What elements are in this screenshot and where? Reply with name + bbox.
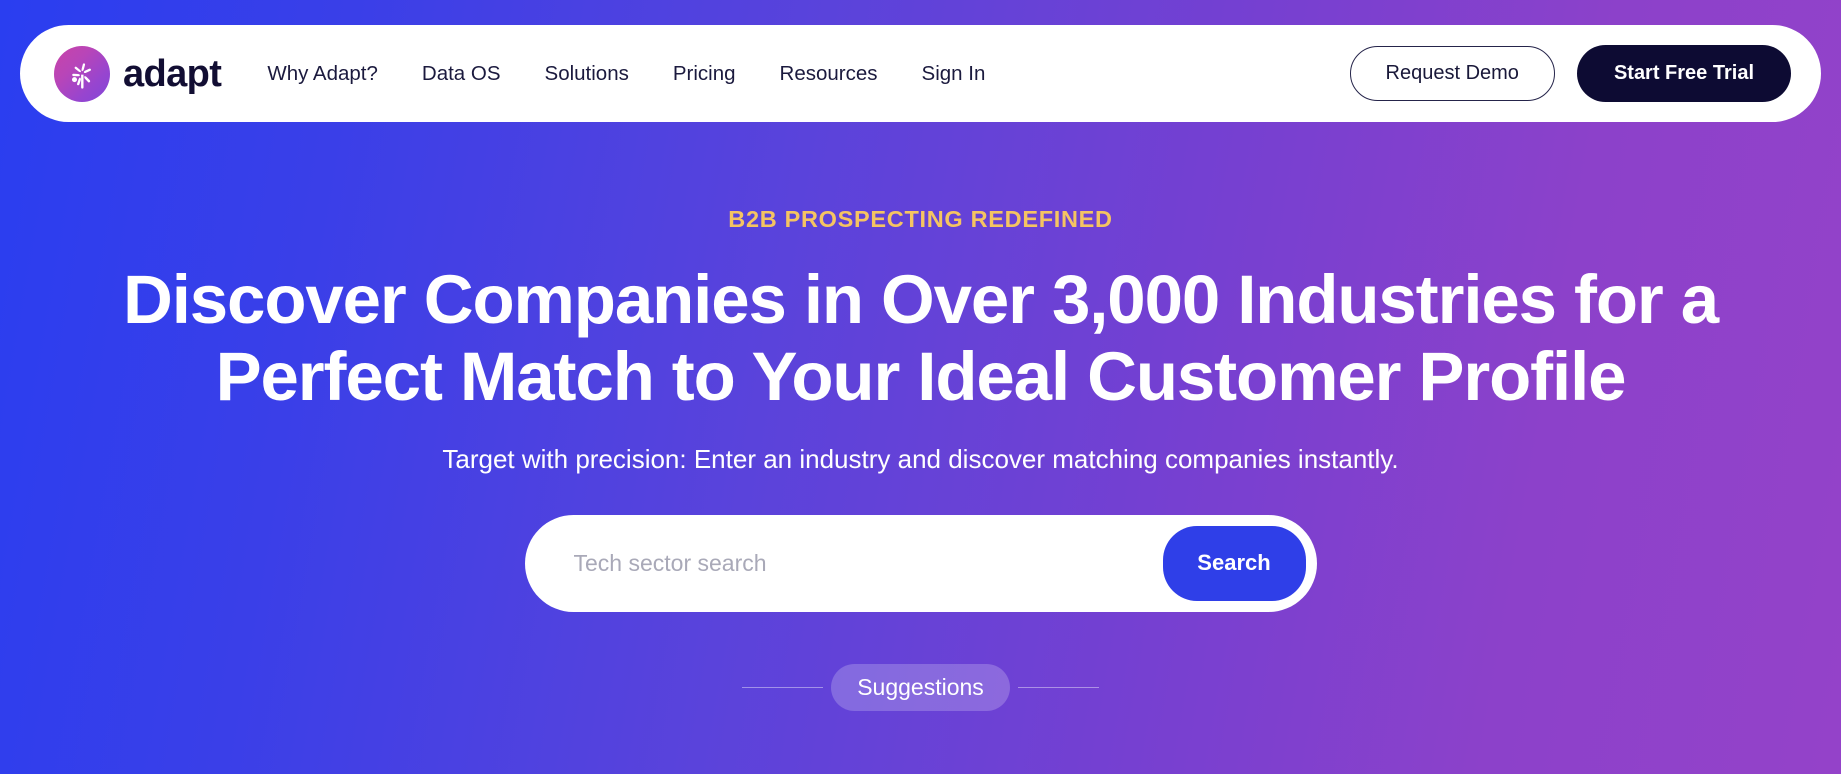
nav-item-why-adapt[interactable]: Why Adapt?: [267, 62, 378, 86]
header-nav-bar: adapt Why Adapt? Data OS Solutions Prici…: [20, 25, 1821, 122]
hero-eyebrow: B2B PROSPECTING REDEFINED: [728, 206, 1113, 232]
industry-search-bar: Search: [524, 514, 1317, 612]
suggestions-divider: Suggestions: [0, 663, 1841, 711]
site-header: adapt Why Adapt? Data OS Solutions Prici…: [20, 25, 1821, 122]
brand-logo[interactable]: adapt: [54, 45, 222, 102]
hero-section: B2B PROSPECTING REDEFINED Discover Compa…: [0, 122, 1841, 774]
main-navigation: Why Adapt? Data OS Solutions Pricing Res…: [267, 62, 985, 86]
page-title: Discover Companies in Over 3,000 Industr…: [122, 261, 1719, 416]
tree-logo-icon: [54, 45, 110, 102]
nav-item-data-os[interactable]: Data OS: [422, 62, 501, 86]
search-button[interactable]: Search: [1162, 525, 1306, 601]
suggestions-toggle[interactable]: Suggestions: [831, 663, 1010, 711]
nav-item-sign-in[interactable]: Sign In: [922, 62, 986, 86]
divider-line-left: [742, 686, 824, 688]
nav-item-resources[interactable]: Resources: [780, 62, 878, 86]
start-free-trial-button[interactable]: Start Free Trial: [1576, 45, 1791, 102]
nav-item-solutions[interactable]: Solutions: [545, 62, 629, 86]
search-input[interactable]: [573, 514, 1163, 612]
hero-subtitle: Target with precision: Enter an industry…: [442, 443, 1399, 474]
brand-name: adapt: [123, 52, 222, 95]
divider-line-right: [1017, 686, 1099, 688]
header-actions: Request Demo Start Free Trial: [1349, 45, 1791, 102]
nav-item-pricing[interactable]: Pricing: [673, 62, 736, 86]
request-demo-button[interactable]: Request Demo: [1349, 46, 1555, 101]
